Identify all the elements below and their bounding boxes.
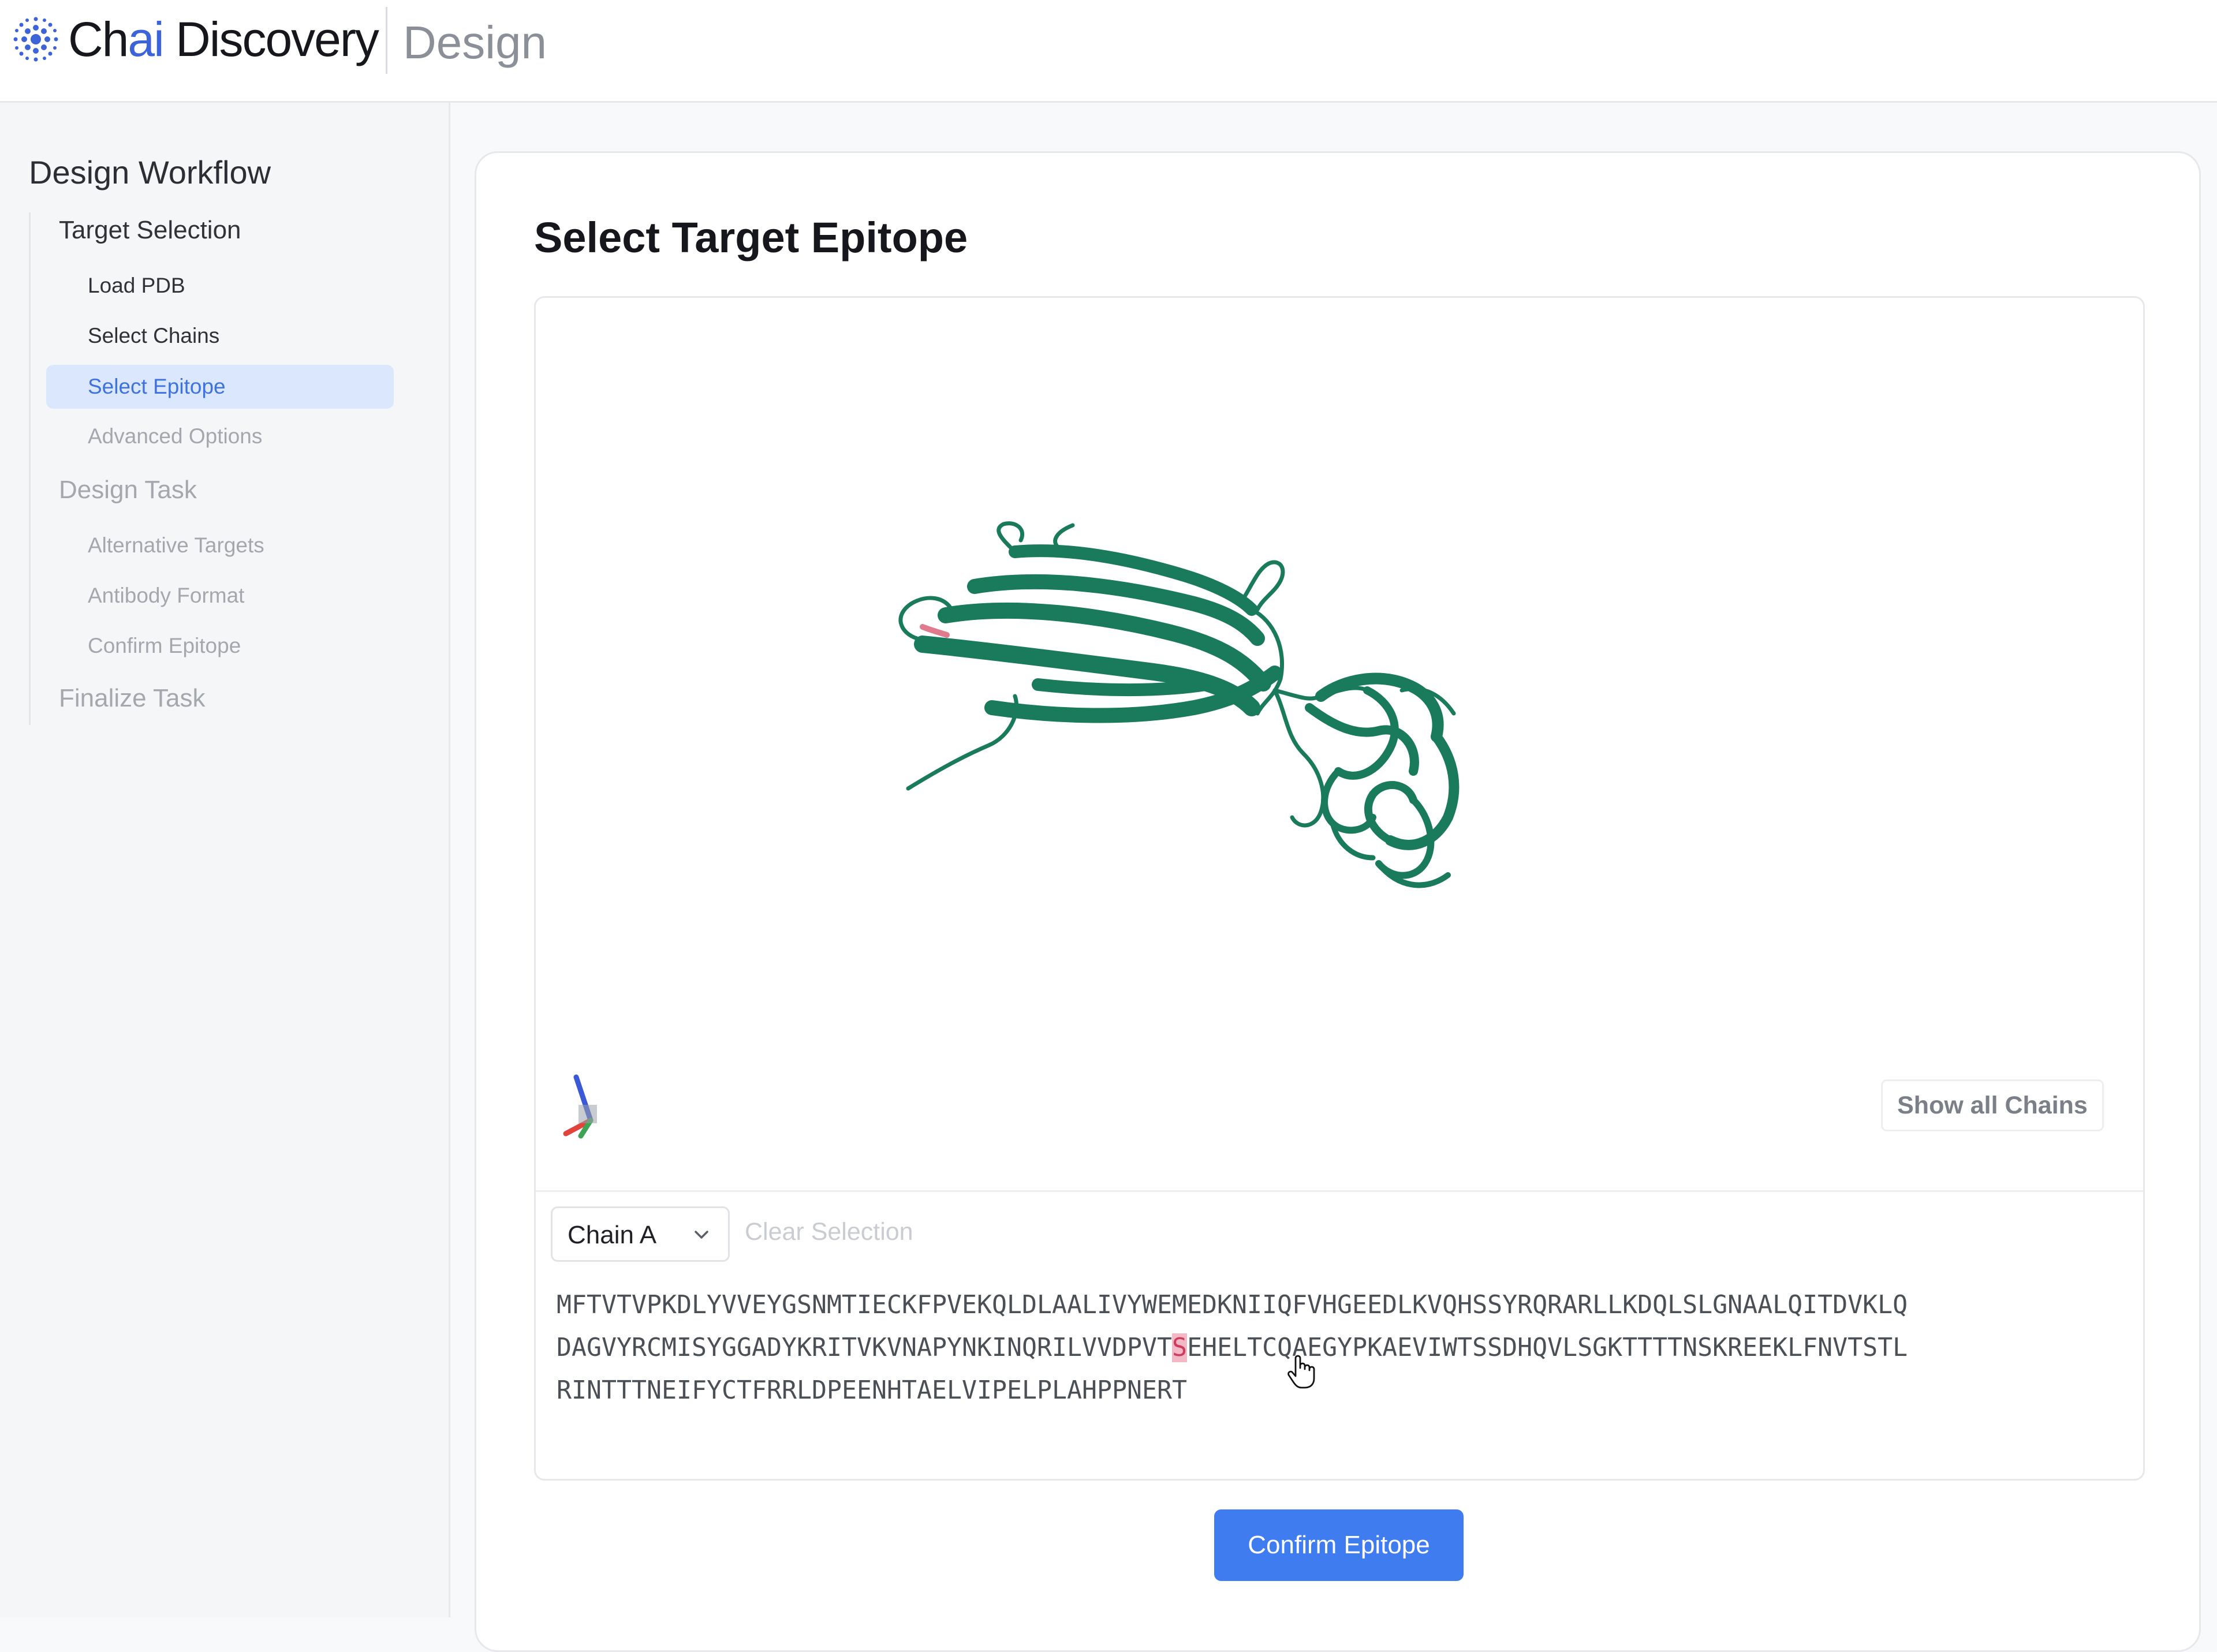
- axes-gizmo-icon[interactable]: [559, 1060, 622, 1152]
- workflow-sidebar: Design Workflow Target Selection Load PD…: [0, 103, 450, 1617]
- show-all-chains-button[interactable]: Show all Chains: [1881, 1079, 2104, 1131]
- step-finalize-task[interactable]: Finalize Task: [59, 684, 206, 713]
- page-title: Select Target Epitope: [534, 214, 968, 261]
- step-select-chains[interactable]: Select Chains: [88, 324, 219, 348]
- step-target-selection[interactable]: Target Selection: [59, 216, 241, 245]
- chai-logo-icon: [13, 17, 58, 62]
- structure-viewer-card: Show all Chains Chain A Clear Selection …: [534, 296, 2145, 1481]
- sequence-viewer[interactable]: MFTVTVPKDLYVVEYGSNMTIECKFPVEKQLDLAALIVYW…: [557, 1284, 1908, 1412]
- protein-3d-viewer[interactable]: Show all Chains: [536, 298, 2143, 1190]
- viewer-divider: [536, 1190, 2143, 1192]
- chain-select-value: Chain A: [568, 1221, 657, 1249]
- main-panel: Select Target Epitope Show all Chains Ch…: [475, 151, 2201, 1652]
- step-alternative-targets[interactable]: Alternative Targets: [88, 533, 264, 558]
- sequence-line[interactable]: DAGVYRCMISYGGADYKRITVKVNAPYNKINQRILVVDPV…: [557, 1326, 1908, 1369]
- confirm-epitope-button[interactable]: Confirm Epitope: [1214, 1509, 1464, 1581]
- app-header: Chai Discovery Design: [0, 0, 2217, 103]
- selected-residue[interactable]: S: [1172, 1333, 1188, 1362]
- hand-cursor-icon: [1287, 1355, 1315, 1389]
- product-name: Design: [403, 17, 547, 68]
- step-advanced-options[interactable]: Advanced Options: [88, 424, 262, 448]
- sequence-line[interactable]: MFTVTVPKDLYVVEYGSNMTIECKFPVEKQLDLAALIVYW…: [557, 1284, 1908, 1326]
- sequence-line[interactable]: RINTTTNEIFYCTFRRLDPEENHTAELVIPELPLAHPPNE…: [557, 1369, 1908, 1412]
- protein-structure[interactable]: [882, 517, 1575, 910]
- chevron-down-icon: [695, 1231, 708, 1239]
- sidebar-title: Design Workflow: [29, 154, 271, 190]
- sequence-segment[interactable]: DAGVYRCMISYGGADYKRITVKVNAPYNKINQRILVVDPV…: [557, 1333, 1172, 1362]
- step-load-pdb[interactable]: Load PDB: [88, 274, 185, 298]
- brand-name[interactable]: Chai Discovery: [68, 10, 379, 68]
- step-antibody-format[interactable]: Antibody Format: [88, 584, 244, 608]
- steps-connector: [29, 212, 31, 725]
- header-divider: [386, 7, 387, 74]
- clear-selection-button[interactable]: Clear Selection: [745, 1218, 913, 1246]
- step-design-task[interactable]: Design Task: [59, 476, 197, 504]
- chain-select[interactable]: Chain A: [551, 1206, 730, 1262]
- step-select-epitope[interactable]: Select Epitope: [46, 365, 394, 409]
- step-confirm-epitope[interactable]: Confirm Epitope: [88, 634, 241, 658]
